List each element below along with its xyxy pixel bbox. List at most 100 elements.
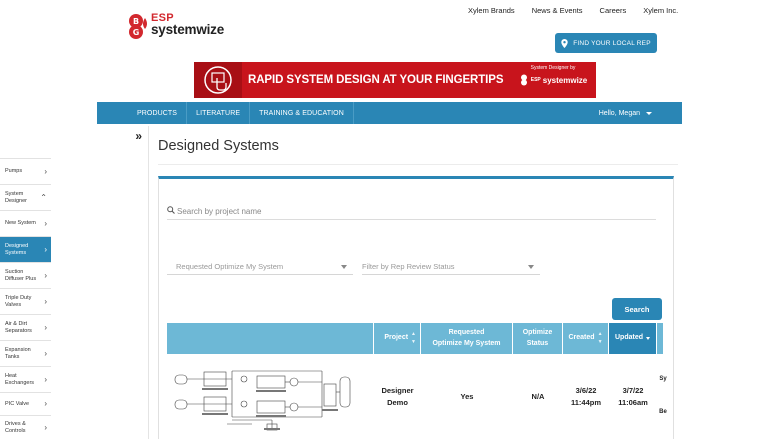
link-xylem-brands[interactable]: Xylem Brands	[468, 6, 515, 15]
th-optimize-label-1: Requested	[448, 329, 485, 336]
sidebar-item-label: System Designer	[5, 190, 28, 204]
sidebar-item-label: Expansion Tanks	[5, 346, 31, 360]
sidebar-item-suction-diffuser-plus[interactable]: Suction Diffuser Plus ›	[0, 262, 51, 288]
sidebar-item-label: Air & Dirt Separators	[5, 320, 32, 334]
th-optimize-status[interactable]: Optimize Status	[513, 323, 563, 354]
link-xylem-inc[interactable]: Xylem Inc.	[643, 6, 678, 15]
top-links: Xylem Brands News & Events Careers Xylem…	[468, 6, 695, 15]
cell-requested-optimize: Yes	[460, 391, 474, 401]
rep-status-filter-label: Filter by Rep Review Status	[362, 262, 455, 271]
collapse-sidebar-icon[interactable]: »	[97, 126, 148, 146]
th-updated[interactable]: Updated	[609, 323, 657, 354]
chevron-right-icon: ›	[44, 166, 47, 176]
search-button[interactable]: Search	[612, 298, 662, 320]
th-created[interactable]: Created ▲ ▼	[563, 323, 609, 354]
chevron-right-icon: ›	[44, 244, 47, 254]
sidebar: »	[97, 126, 149, 439]
th-project-label: Project	[384, 334, 409, 342]
logo-systemwize-text: systemwize	[151, 22, 225, 37]
rep-status-filter-select[interactable]: Filter by Rep Review Status	[362, 259, 540, 275]
banner-mini-systemwize: systemwize	[542, 75, 588, 85]
user-greeting: Hello, Megan	[598, 109, 640, 117]
sidebar-item-pic-valve[interactable]: PIC Valve ›	[0, 392, 51, 415]
th-extra	[657, 323, 663, 354]
sort-icon: ▲ ▼	[411, 331, 416, 345]
promo-banner[interactable]: RAPID SYSTEM DESIGN AT YOUR FINGERTIPS S…	[194, 62, 596, 98]
user-menu[interactable]: Hello, Megan	[599, 110, 682, 117]
system-schematic-thumbnail[interactable]	[167, 354, 374, 439]
chevron-right-icon: ›	[44, 422, 47, 432]
nav-products[interactable]: PRODUCTS	[97, 102, 188, 124]
chevron-right-icon: ›	[44, 322, 47, 332]
project-search	[167, 203, 656, 220]
sidebar-item-pumps[interactable]: Pumps ›	[0, 158, 51, 184]
chevron-right-icon: ›	[44, 348, 47, 358]
th-thumbnail	[167, 323, 374, 354]
table-row[interactable]: Designer Demo Yes N/A 3/6/22 11:44pm 3/7…	[167, 354, 669, 439]
sidebar-item-triple-duty-valves[interactable]: Triple Duty Valves ›	[0, 288, 51, 314]
link-news-events[interactable]: News & Events	[532, 6, 583, 15]
caret-down-icon	[528, 264, 534, 269]
sidebar-item-expansion-tanks[interactable]: Expansion Tanks ›	[0, 340, 51, 366]
divider	[158, 164, 678, 165]
sidebar-item-label: Heat Exchangers	[5, 372, 35, 386]
map-pin-icon	[561, 38, 568, 48]
link-careers[interactable]: Careers	[600, 6, 627, 15]
cell-truncated-1: Sy	[659, 376, 667, 383]
sidebar-item-designed-systems[interactable]: Designed Systems ›	[0, 236, 51, 262]
cell-created-date: 3/6/22	[575, 385, 597, 395]
banner-headline: RAPID SYSTEM DESIGN AT YOUR FINGERTIPS	[248, 74, 504, 86]
sidebar-item-drives-controls[interactable]: Drives & Controls ›	[0, 415, 51, 439]
find-local-rep-button[interactable]: FIND YOUR LOCAL REP	[555, 33, 657, 53]
cell-updated-date: 3/7/22	[622, 385, 644, 395]
svg-text:G: G	[133, 28, 140, 37]
chevron-right-icon: ›	[44, 270, 47, 280]
sort-desc-icon	[646, 337, 650, 340]
banner-small-text: System Designer by	[530, 65, 576, 71]
touch-screen-icon	[194, 62, 242, 98]
banner-brand: System Designer by ESP systemwize	[516, 65, 590, 86]
search-input[interactable]	[177, 206, 647, 216]
chevron-right-icon: ›	[44, 399, 47, 408]
th-status-label-2: Status	[526, 339, 549, 347]
cell-updated: 3/7/22 11:06am	[609, 354, 657, 439]
cell-project-line-1: Designer	[381, 385, 414, 395]
th-project[interactable]: Project ▲ ▼	[374, 323, 421, 354]
sidebar-item-new-system[interactable]: New System ›	[0, 210, 51, 236]
sidebar-item-label: Triple Duty Valves	[5, 294, 32, 308]
cell-optimize-status: N/A	[531, 391, 545, 401]
page-title: Designed Systems	[158, 138, 279, 154]
table-header: Project ▲ ▼ Requested Optimize My System …	[167, 323, 663, 354]
sort-icon: ▲ ▼	[597, 331, 603, 345]
sidebar-item-label: Pumps	[5, 168, 23, 175]
cell-created: 3/6/22 11:44pm	[563, 354, 609, 439]
nav-training-education[interactable]: TRAINING & EDUCATION	[250, 102, 354, 124]
optimize-filter-label: Requested Optimize My System	[176, 262, 284, 271]
bg-logo-icon: B G	[129, 14, 147, 39]
svg-text:B: B	[133, 17, 139, 26]
find-rep-label: FIND YOUR LOCAL REP	[573, 39, 651, 47]
search-icon	[167, 206, 177, 216]
sidebar-item-air-dirt-separators[interactable]: Air & Dirt Separators ›	[0, 314, 51, 340]
cell-updated-time: 11:06am	[618, 397, 648, 407]
banner-mini-esp: ESP	[530, 77, 541, 83]
cell-project-line-2: Demo	[387, 397, 408, 407]
sidebar-item-label: Drives & Controls	[5, 420, 26, 434]
optimize-filter-select[interactable]: Requested Optimize My System	[167, 259, 353, 275]
cell-project[interactable]: Designer Demo	[374, 354, 421, 439]
th-requested-optimize[interactable]: Requested Optimize My System	[421, 323, 513, 354]
sidebar-item-label: New System	[5, 220, 36, 227]
sidebar-item-label: Designed Systems	[5, 242, 29, 256]
sidebar-item-heat-exchangers[interactable]: Heat Exchangers ›	[0, 366, 51, 392]
th-optimize-label-2: Optimize My System	[432, 339, 501, 347]
chevron-right-icon: ›	[44, 374, 47, 384]
sidebar-item-label: Suction Diffuser Plus	[5, 268, 37, 282]
th-created-label: Created	[568, 334, 595, 342]
sidebar-item-system-designer[interactable]: System Designer ⌃	[0, 184, 51, 210]
nav-literature[interactable]: LITERATURE	[187, 102, 251, 124]
esp-systemwize-logo[interactable]: B G ESP systemwize	[128, 12, 228, 40]
cell-created-time: 11:44pm	[570, 397, 602, 407]
main-nav: PRODUCTS LITERATURE TRAINING & EDUCATION…	[97, 102, 682, 124]
th-status-label-1: Optimize	[522, 329, 553, 336]
caret-down-icon	[341, 264, 347, 269]
